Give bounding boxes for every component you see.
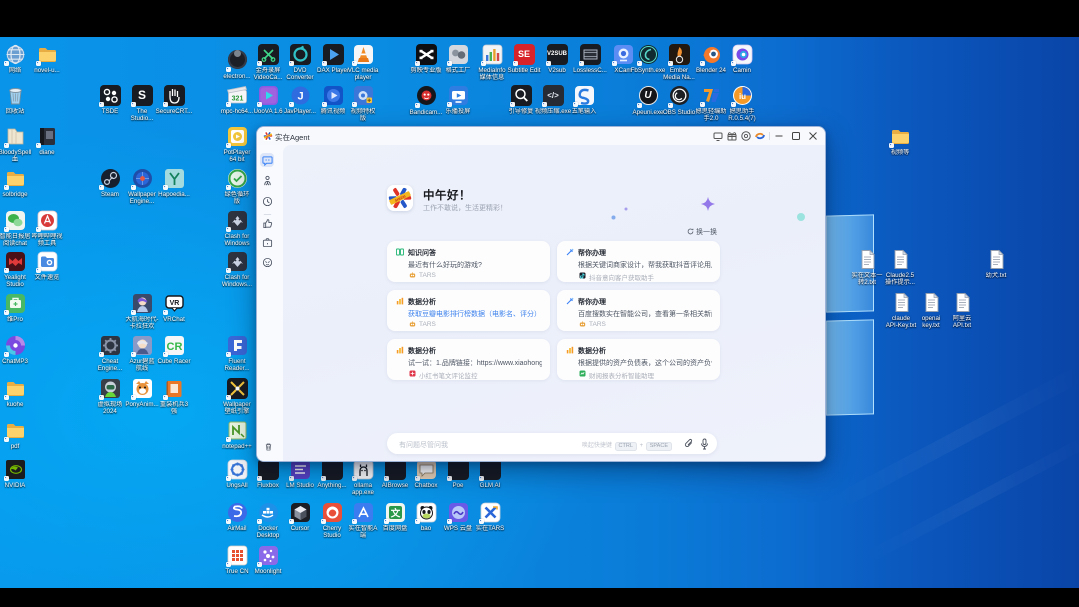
svg-text:321: 321 [231,96,243,103]
svg-text:文: 文 [389,508,400,520]
svg-text:J: J [297,91,303,103]
svg-text:iu: iu [738,92,745,101]
svg-text:VR: VR [169,300,179,307]
svg-text:CR: CR [166,341,182,353]
